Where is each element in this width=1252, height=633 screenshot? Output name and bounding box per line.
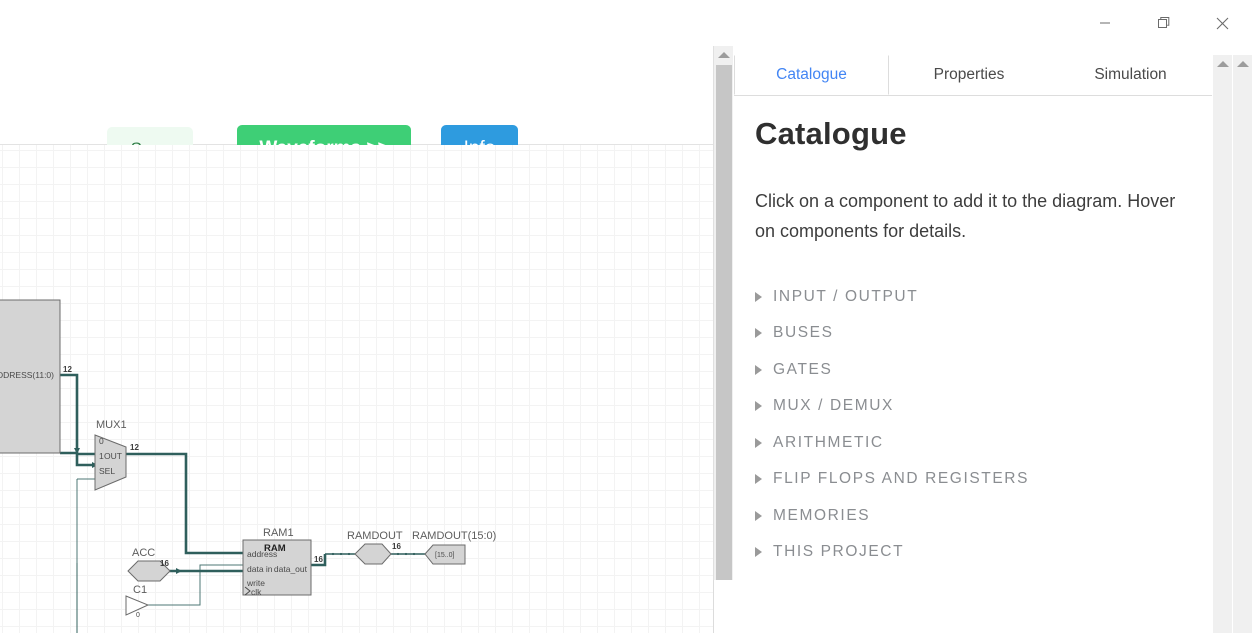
restore-icon: [1157, 17, 1169, 28]
chevron-right-icon: [755, 474, 762, 485]
ramdout-bus-component[interactable]: RAMDOUT 16: [347, 530, 403, 565]
triangle-up-icon: [1216, 61, 1229, 67]
category-mux-demux[interactable]: MUX / DEMUX: [734, 388, 1212, 425]
canvas-vertical-scrollbar[interactable]: [713, 46, 733, 580]
chevron-right-icon: [755, 401, 762, 412]
mux1-out-label: OUT: [104, 451, 122, 461]
canvas-scroll-thumb[interactable]: [716, 65, 732, 580]
circuit-diagram: BLOCK block ADDRESS(11:0) 12 MUX1 0 1 SE…: [0, 286, 496, 633]
category-label: GATES: [773, 360, 833, 378]
c1-value: 0: [136, 612, 140, 619]
panel-tabs: Catalogue Properties Simulation: [734, 55, 1212, 96]
c1-component[interactable]: C1 0: [125, 584, 150, 619]
ram1-port-clk: clk: [251, 587, 262, 597]
editor-toolbar: lpath Save Waveforms >> Info: [0, 46, 733, 172]
catalogue-category-list: INPUT / OUTPUT BUSES GATES MUX / DEMUX A…: [734, 278, 1212, 570]
close-button[interactable]: [1193, 0, 1252, 46]
mux1-in0-label: 0: [99, 436, 104, 446]
catalogue-description: Click on a component to add it to the di…: [755, 186, 1185, 246]
ram1-port-dataout: data_out: [274, 564, 308, 574]
memory-block[interactable]: BLOCK block ADDRESS(11:0) 12: [0, 286, 72, 454]
circuit-canvas[interactable]: BLOCK block ADDRESS(11:0) 12 MUX1 0 1 SE…: [0, 145, 714, 633]
ram1-out-width: 16: [314, 555, 323, 564]
category-label: MEMORIES: [773, 506, 871, 524]
category-label: BUSES: [773, 324, 834, 342]
ram1-component[interactable]: RAM1 RAM address data in write clk data_…: [242, 527, 323, 597]
wire-address-to-mux0: [60, 373, 79, 454]
mux1-sel-label: SEL: [99, 466, 115, 476]
category-label: ARITHMETIC: [773, 433, 884, 451]
panel-scroll-up-button-inner[interactable]: [1213, 55, 1232, 73]
editor-pane: lpath Save Waveforms >> Info: [0, 46, 733, 633]
triangle-up-icon: [1236, 61, 1249, 67]
category-this-project[interactable]: THIS PROJECT: [734, 534, 1212, 571]
category-label: FLIP FLOPS AND REGISTERS: [773, 470, 1030, 488]
category-input-output[interactable]: INPUT / OUTPUT: [734, 278, 1212, 315]
category-label: THIS PROJECT: [773, 543, 905, 561]
ram1-port-datain: data in: [247, 564, 273, 574]
category-buses[interactable]: BUSES: [734, 315, 1212, 352]
catalogue-panel: Catalogue Click on a component to add it…: [734, 102, 1212, 570]
application-window: lpath Save Waveforms >> Info: [0, 0, 1252, 633]
c1-name: C1: [133, 584, 147, 596]
acc-name: ACC: [132, 547, 155, 559]
window-title-bar: [0, 0, 1252, 46]
chevron-right-icon: [755, 328, 762, 339]
catalogue-description-line1: Click on a component to add it to the di…: [755, 191, 1123, 211]
ramdout-bus-width: 16: [392, 542, 401, 551]
category-gates[interactable]: GATES: [734, 351, 1212, 388]
chevron-right-icon: [755, 547, 762, 558]
side-panel: Catalogue Properties Simulation Catalogu…: [734, 46, 1252, 633]
ram1-name: RAM1: [263, 527, 294, 539]
chevron-right-icon: [755, 291, 762, 302]
minimize-icon: [1099, 22, 1110, 24]
ramdout-output-port[interactable]: RAMDOUT(15:0) [15..0]: [412, 530, 496, 565]
chevron-right-icon: [755, 364, 762, 375]
panel-scroll-up-button-outer[interactable]: [1233, 55, 1252, 73]
panel-vertical-scrollbar-inner[interactable]: [1213, 55, 1232, 633]
memory-block-bus-width: 12: [63, 365, 72, 374]
canvas-scroll-up-button[interactable]: [714, 46, 733, 64]
mux1-name: MUX1: [96, 419, 127, 431]
mux1-out-width: 12: [130, 443, 139, 452]
window-controls: [1075, 0, 1252, 46]
acc-bus-width: 16: [160, 559, 169, 568]
ramdout-output-name: RAMDOUT(15:0): [412, 530, 496, 542]
acc-component[interactable]: ACC 16: [127, 547, 171, 582]
triangle-up-icon: [718, 52, 730, 58]
tab-catalogue[interactable]: Catalogue: [734, 55, 889, 95]
chevron-right-icon: [755, 510, 762, 521]
tab-properties[interactable]: Properties: [889, 55, 1049, 95]
ramdout-bus-name: RAMDOUT: [347, 530, 403, 542]
catalogue-title: Catalogue: [755, 116, 907, 151]
close-icon: [1216, 17, 1229, 29]
junction-group: [74, 448, 182, 574]
panel-vertical-scrollbar-outer[interactable]: [1233, 55, 1252, 633]
ramdout-output-range: [15..0]: [435, 552, 455, 559]
memory-block-port-label: ADDRESS(11:0): [0, 370, 54, 380]
maximize-button[interactable]: [1134, 0, 1193, 46]
ram1-port-address: address: [247, 549, 277, 559]
chevron-right-icon: [755, 437, 762, 448]
minimize-button[interactable]: [1075, 0, 1134, 46]
category-label: MUX / DEMUX: [773, 397, 894, 415]
category-memories[interactable]: MEMORIES: [734, 497, 1212, 534]
junction-arrow-acc: [176, 568, 182, 574]
category-flip-flops-and-registers[interactable]: FLIP FLOPS AND REGISTERS: [734, 461, 1212, 498]
category-arithmetic[interactable]: ARITHMETIC: [734, 424, 1212, 461]
wire-mux-out-to-ram-address: [126, 452, 243, 555]
category-label: INPUT / OUTPUT: [773, 287, 919, 305]
tab-simulation[interactable]: Simulation: [1049, 55, 1212, 95]
